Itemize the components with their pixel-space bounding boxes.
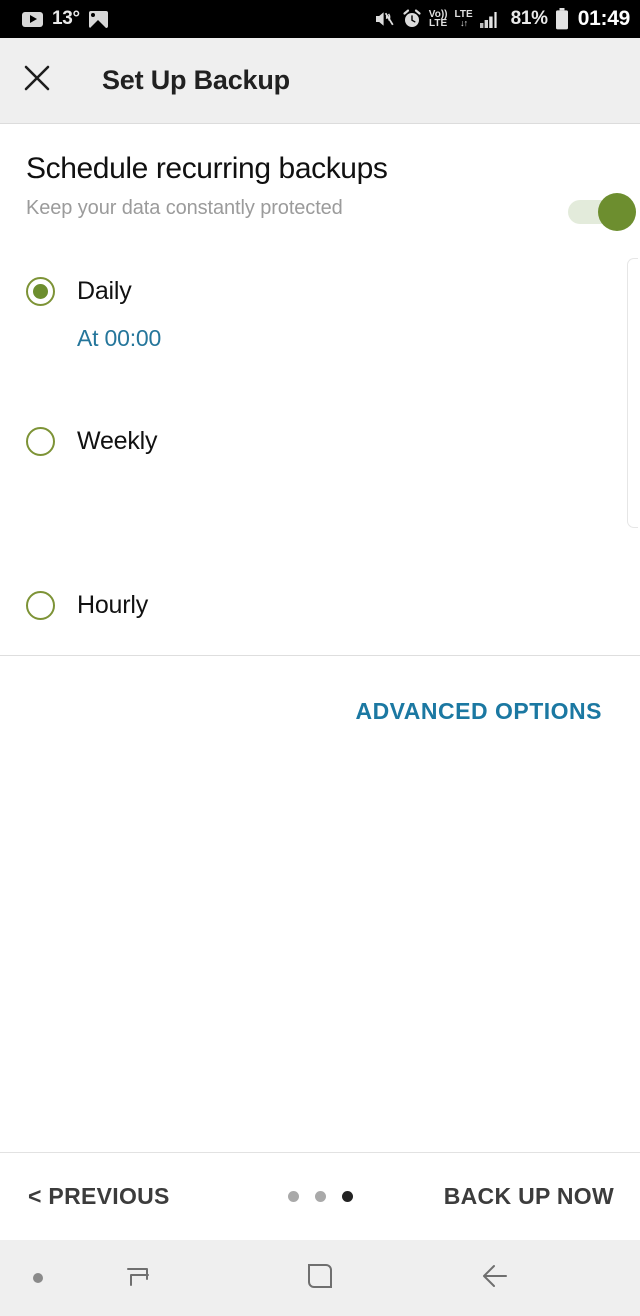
alarm-icon <box>402 9 422 29</box>
close-icon <box>22 63 52 98</box>
home-button[interactable] <box>280 1240 360 1316</box>
radio-daily-indicator <box>26 277 55 306</box>
advanced-options-button[interactable]: ADVANCED OPTIONS <box>355 698 602 725</box>
status-bar-right-icons: Vo)) LTE LTE ↓↑ 81% 01:49 <box>374 7 630 31</box>
radio-option-hourly[interactable]: Hourly <box>26 591 148 620</box>
bottom-action-bar: < PREVIOUS BACK UP NOW <box>0 1152 640 1240</box>
back-arrow-icon <box>479 1261 511 1296</box>
battery-percent: 81% <box>510 8 548 29</box>
options-divider <box>0 655 640 656</box>
previous-button[interactable]: < PREVIOUS <box>28 1183 170 1210</box>
section-title: Schedule recurring backups <box>26 152 388 185</box>
page-dot-1[interactable] <box>288 1191 299 1202</box>
radio-option-weekly[interactable]: Weekly <box>26 427 158 456</box>
weather-temperature: 13° <box>52 8 80 29</box>
page-title: Set Up Backup <box>102 65 290 95</box>
signal-bars-icon <box>479 9 502 29</box>
keyboard-indicator-dot <box>33 1273 43 1283</box>
app-bar: Set Up Backup <box>0 38 640 124</box>
recents-button[interactable] <box>98 1240 178 1316</box>
scrollbar[interactable] <box>627 258 638 528</box>
close-button[interactable] <box>0 38 74 124</box>
daily-time-value[interactable]: At 00:00 <box>77 325 161 352</box>
home-icon <box>306 1261 334 1296</box>
page-indicator-dots <box>288 1191 353 1202</box>
android-nav-bar <box>0 1240 640 1316</box>
radio-option-daily[interactable]: Daily <box>26 277 132 306</box>
volte-icon: Vo)) LTE <box>428 9 448 29</box>
section-subtitle: Keep your data constantly protected <box>26 197 343 219</box>
status-bar-left-icons: 13° <box>22 8 108 30</box>
phone-screen: 13° Vo)) LTE LTE ↓↑ 81% 01:49 Set Up Bac… <box>0 0 640 1316</box>
back-button[interactable] <box>455 1240 535 1316</box>
radio-hourly-label: Hourly <box>77 591 149 619</box>
content-area: Schedule recurring backups Keep your dat… <box>0 125 640 1152</box>
mute-vibrate-icon <box>374 9 395 29</box>
page-dot-2[interactable] <box>315 1191 326 1202</box>
clock-time: 01:49 <box>577 7 631 30</box>
schedule-section-header: Schedule recurring backups Keep your dat… <box>26 151 640 231</box>
lte-data-icon: LTE ↓↑ <box>454 9 473 28</box>
photo-icon <box>88 10 108 28</box>
recents-icon <box>122 1260 154 1297</box>
radio-daily-label: Daily <box>77 277 132 305</box>
radio-weekly-indicator <box>26 427 55 456</box>
page-dot-3[interactable] <box>342 1191 353 1202</box>
status-bar: 13° Vo)) LTE LTE ↓↑ 81% 01:49 <box>0 0 640 38</box>
radio-weekly-label: Weekly <box>77 427 158 455</box>
battery-icon <box>555 8 569 30</box>
schedule-recurring-backups-toggle[interactable] <box>568 193 640 231</box>
back-up-now-button[interactable]: BACK UP NOW <box>444 1183 614 1210</box>
radio-hourly-indicator <box>26 591 55 620</box>
youtube-play-icon <box>22 11 43 27</box>
toggle-thumb <box>598 193 636 231</box>
